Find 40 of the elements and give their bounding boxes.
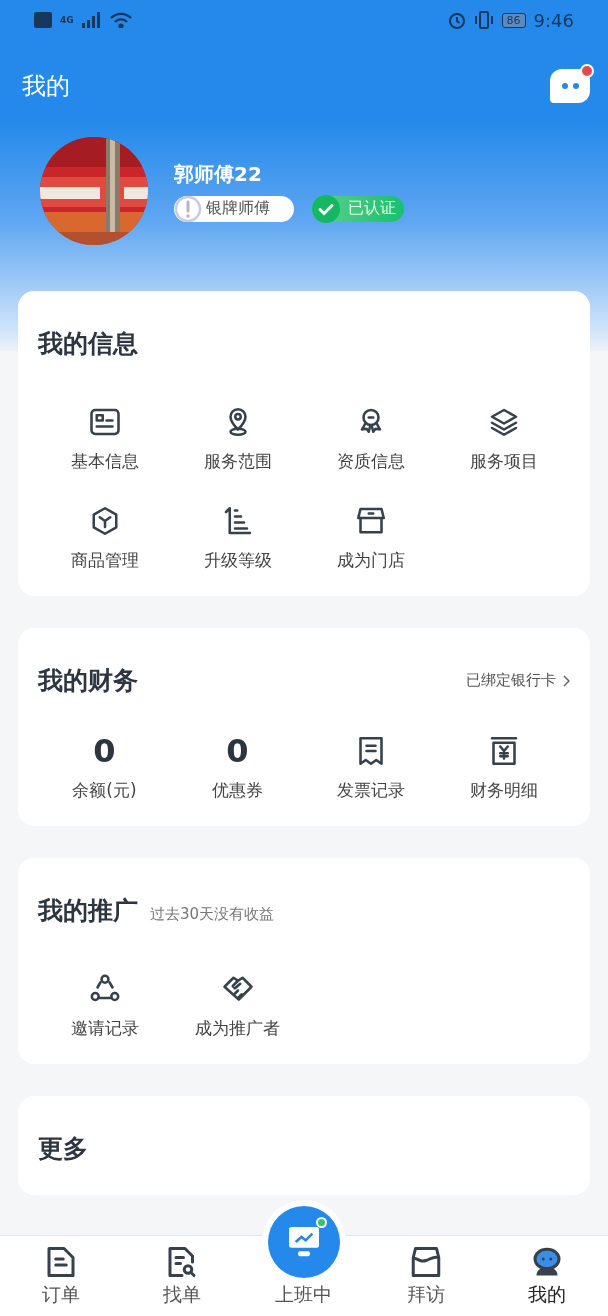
menu-item[interactable]: 成为推广者 [171, 971, 304, 1040]
signal-icon [81, 12, 102, 28]
tab[interactable]: 找单 [121, 1236, 244, 1316]
tab[interactable]: 拜访 [364, 1236, 487, 1316]
battery-level: 86 [501, 12, 526, 28]
menu-item[interactable]: 邀请记录 [38, 971, 171, 1040]
clock-time: 9:46 [533, 9, 574, 31]
section-title: 更多 [38, 1133, 89, 1165]
tab[interactable]: 我的 [486, 1236, 608, 1316]
section-title: 我的信息 [38, 328, 139, 360]
user-name: 郭师傅22 [174, 160, 263, 188]
menu-item[interactable]: 服务项目 [437, 404, 570, 473]
level-badge: 银牌师傅 [174, 195, 294, 222]
network-label: 4G [60, 15, 74, 25]
vibrate-icon [473, 11, 494, 29]
alarm-icon [447, 11, 466, 29]
message-button[interactable] [550, 69, 590, 103]
menu-item[interactable]: 升级等级 [171, 503, 304, 572]
bank-card-link[interactable]: 已绑定银行卡 [466, 671, 570, 690]
check-icon [312, 194, 340, 223]
verified-badge: 已认证 [312, 195, 404, 222]
menu-item[interactable]: 服务范围 [171, 404, 304, 473]
tab[interactable]: 订单 [0, 1236, 122, 1316]
tab[interactable]: 上班中 [275, 1282, 333, 1316]
stat-item[interactable]: 0 优惠券 [171, 733, 304, 802]
menu-item[interactable]: 商品管理 [38, 503, 171, 572]
warning-icon [174, 194, 202, 223]
chevron-right-icon [562, 674, 570, 687]
wifi-icon [109, 12, 132, 28]
menu-item[interactable]: 发票记录 [304, 733, 437, 802]
earnings-note: 过去30天没有收益 [150, 905, 275, 924]
menu-item[interactable]: 财务明细 [437, 733, 570, 802]
online-dot [316, 1217, 327, 1228]
section-title: 我的推广 [38, 895, 138, 927]
stat-item[interactable]: 0 余额(元) [38, 733, 171, 802]
menu-item[interactable]: 成为门店 [304, 503, 437, 572]
section-title: 我的财务 [38, 665, 138, 697]
page-title: 我的 [22, 71, 70, 102]
menu-item[interactable]: 资质信息 [304, 404, 437, 473]
menu-item[interactable]: 基本信息 [38, 404, 171, 473]
